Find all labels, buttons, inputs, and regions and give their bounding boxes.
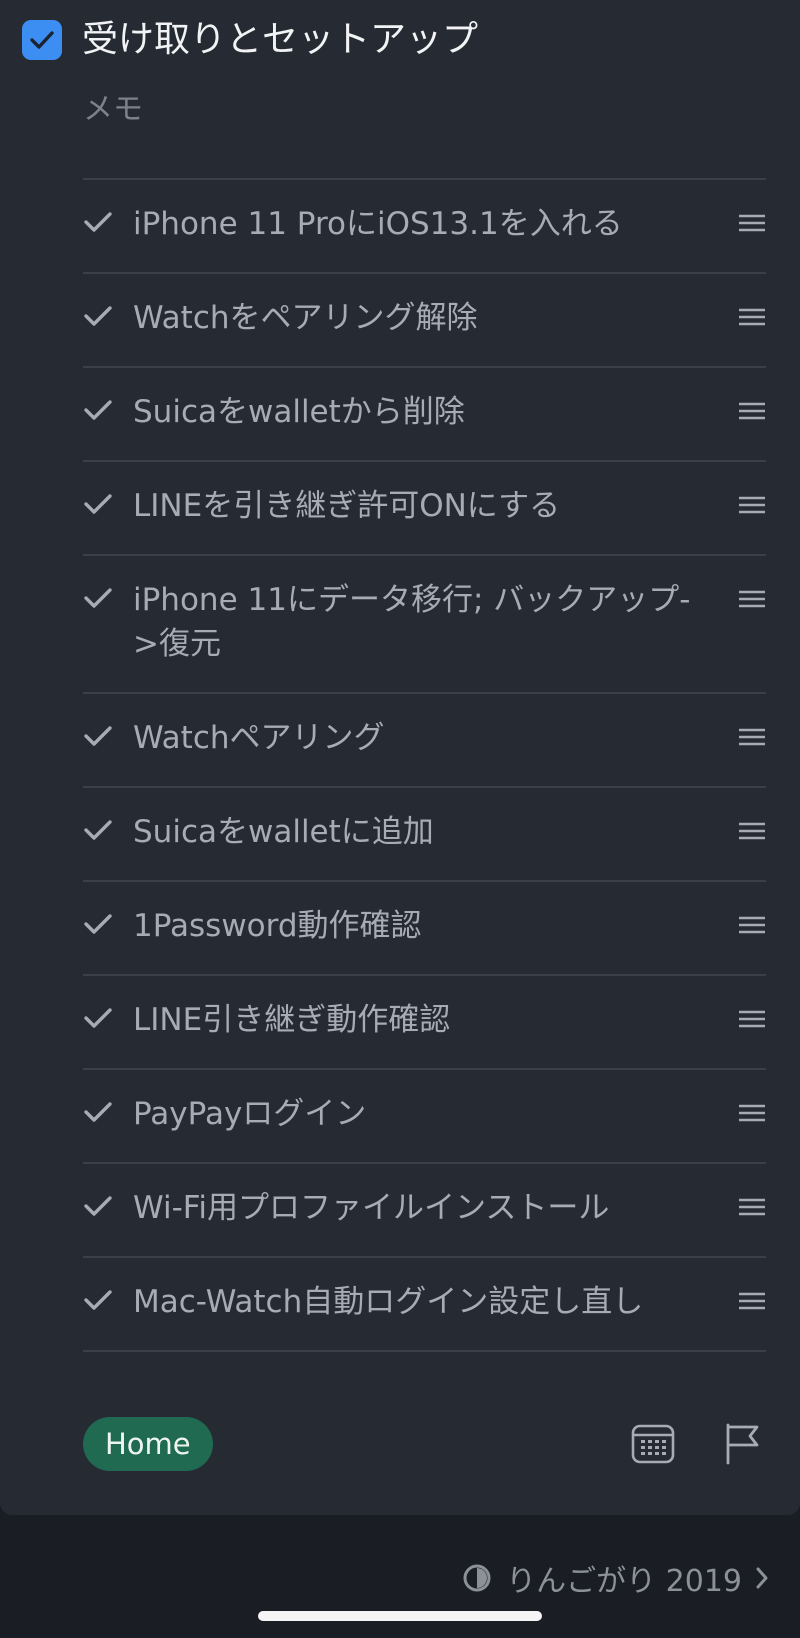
checklist-item-label[interactable]: PayPayログイン (133, 1092, 713, 1136)
checkmark-icon[interactable] (83, 1006, 113, 1030)
drag-handle-icon[interactable] (738, 1198, 766, 1216)
chevron-right-icon (756, 1567, 768, 1589)
list-name: りんごがり 2019 (506, 1564, 742, 1599)
checkmark-icon[interactable] (83, 492, 113, 516)
checklist-item-label[interactable]: Watchをペアリング解除 (133, 296, 713, 340)
drag-handle-icon[interactable] (738, 496, 766, 514)
task-card: 受け取りとセットアップ メモ iPhone 11 ProにiOS13.1を入れる… (0, 0, 800, 1515)
tag-home[interactable]: Home (83, 1417, 213, 1471)
checklist-item[interactable]: PayPayログイン (83, 1070, 766, 1164)
task-header: 受け取りとセットアップ (22, 18, 478, 62)
drag-handle-icon[interactable] (738, 728, 766, 746)
checklist-item[interactable]: Suicaをwalletに追加 (83, 788, 766, 882)
checklist-item-label[interactable]: LINE引き継ぎ動作確認 (133, 998, 713, 1042)
calendar-icon[interactable] (631, 1423, 675, 1465)
checklist-item-label[interactable]: 1Password動作確認 (133, 904, 713, 948)
task-complete-checkbox[interactable] (22, 20, 62, 60)
memo-field[interactable]: メモ (83, 90, 143, 130)
checklist-item-label[interactable]: Suicaをwalletに追加 (133, 810, 713, 854)
drag-handle-icon[interactable] (738, 822, 766, 840)
checklist-item-label[interactable]: Mac-Watch自動ログイン設定し直し (133, 1280, 713, 1324)
drag-handle-icon[interactable] (738, 402, 766, 420)
checkmark-icon[interactable] (83, 818, 113, 842)
checklist-item-label[interactable]: Wi-Fi用プロファイルインストール (133, 1186, 713, 1230)
checkmark-icon[interactable] (83, 1100, 113, 1124)
checklist-item-label[interactable]: Suicaをwalletから削除 (133, 390, 713, 434)
checkmark-icon[interactable] (83, 210, 113, 234)
checklist-item-label[interactable]: iPhone 11にデータ移行; バックアップ->復元 (133, 578, 713, 666)
checklist-item[interactable]: iPhone 11にデータ移行; バックアップ->復元 (83, 556, 766, 694)
drag-handle-icon[interactable] (738, 590, 766, 608)
checkmark-icon[interactable] (83, 398, 113, 422)
checklist-item[interactable]: Wi-Fi用プロファイルインストール (83, 1164, 766, 1258)
drag-handle-icon[interactable] (738, 1104, 766, 1122)
checklist-item[interactable]: Mac-Watch自動ログイン設定し直し (83, 1258, 766, 1352)
checklist-item[interactable]: 1Password動作確認 (83, 882, 766, 976)
checklist-item[interactable]: LINE引き継ぎ動作確認 (83, 976, 766, 1070)
checkmark-icon[interactable] (83, 724, 113, 748)
checkmark-icon[interactable] (83, 912, 113, 936)
drag-handle-icon[interactable] (738, 1010, 766, 1028)
checkmark-icon[interactable] (83, 1194, 113, 1218)
home-indicator[interactable] (258, 1611, 542, 1621)
half-circle-icon (463, 1564, 491, 1592)
checklist-item-label[interactable]: Watchペアリング (133, 716, 713, 760)
checkmark-icon[interactable] (83, 1288, 113, 1312)
list-link[interactable]: りんごがり 2019 (462, 1556, 770, 1600)
drag-handle-icon[interactable] (738, 1292, 766, 1310)
checklist-item-label[interactable]: LINEを引き継ぎ許可ONにする (133, 484, 713, 528)
drag-handle-icon[interactable] (738, 916, 766, 934)
drag-handle-icon[interactable] (738, 308, 766, 326)
checklist-item-label[interactable]: iPhone 11 ProにiOS13.1を入れる (133, 202, 713, 246)
task-footer: Home (83, 1417, 766, 1471)
checklist-item[interactable]: Suicaをwalletから削除 (83, 368, 766, 462)
checkmark-icon (30, 31, 54, 49)
checklist-item[interactable]: Watchをペアリング解除 (83, 274, 766, 368)
checklist: iPhone 11 ProにiOS13.1を入れる Watchをペアリング解除 Su… (83, 178, 766, 1352)
screen: 受け取りとセットアップ メモ iPhone 11 ProにiOS13.1を入れる… (0, 0, 800, 1638)
drag-handle-icon[interactable] (738, 214, 766, 232)
flag-icon[interactable] (723, 1421, 763, 1465)
checklist-item[interactable]: Watchペアリング (83, 694, 766, 788)
checklist-item[interactable]: LINEを引き継ぎ許可ONにする (83, 462, 766, 556)
checkmark-icon[interactable] (83, 304, 113, 328)
task-title[interactable]: 受け取りとセットアップ (82, 18, 478, 62)
checklist-item[interactable]: iPhone 11 ProにiOS13.1を入れる (83, 180, 766, 274)
checkmark-icon[interactable] (83, 586, 113, 610)
